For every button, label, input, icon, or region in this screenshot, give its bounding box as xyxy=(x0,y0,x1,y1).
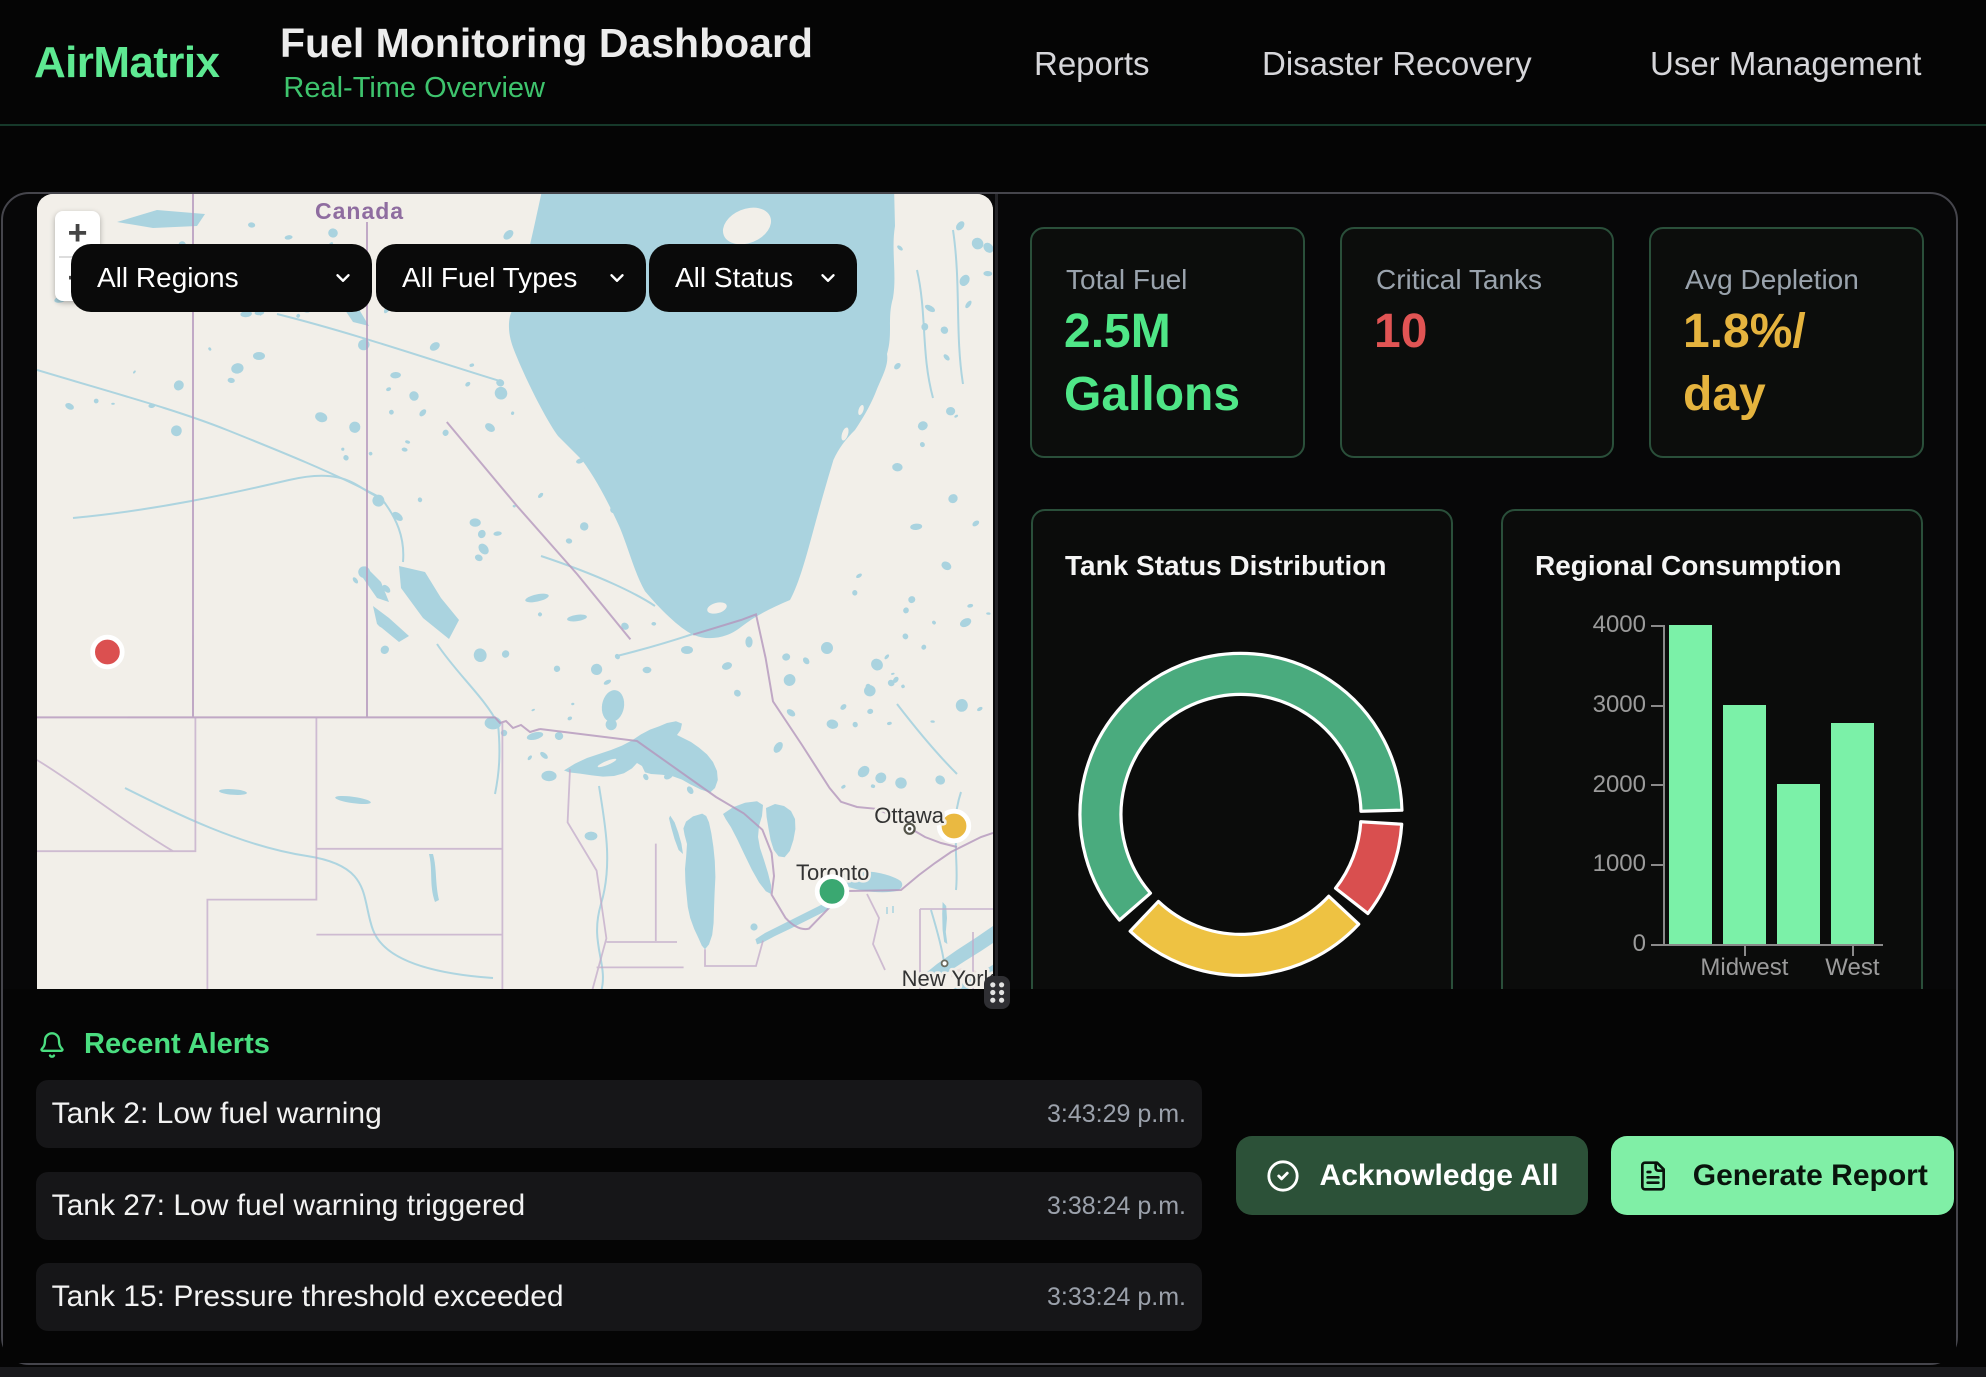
svg-text:New York: New York xyxy=(902,966,993,991)
svg-text:Canada: Canada xyxy=(315,198,404,224)
